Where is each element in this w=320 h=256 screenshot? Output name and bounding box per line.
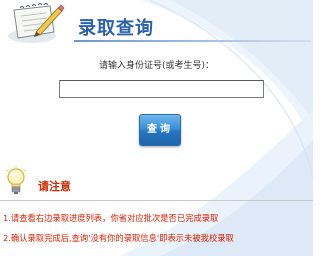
lightbulb-icon [5, 166, 27, 194]
id-prompt-label: 请输入身份证号(或考生号)： [98, 61, 215, 71]
notice-divider [0, 200, 313, 201]
notice-section: 请注意 1.请查看右边录取进度列表，你省对应批次是否已完成录取 2.确认录取完成… [0, 160, 313, 256]
notice-item: 2.确认录取完成后,查询'没有你的录取信息'即表示未被我校录取 [3, 233, 234, 243]
page-title: 录取查询 [78, 18, 154, 39]
query-button[interactable]: 查询 [139, 114, 181, 146]
notice-title: 请注意 [38, 180, 71, 193]
header: 录取查询 [6, 2, 311, 46]
notebook-pencil-icon [8, 3, 65, 43]
header-divider [74, 40, 311, 42]
notice-item: 1.请查看右边录取进度列表，你省对应批次是否已完成录取 [3, 213, 219, 223]
id-number-input[interactable] [59, 80, 264, 98]
